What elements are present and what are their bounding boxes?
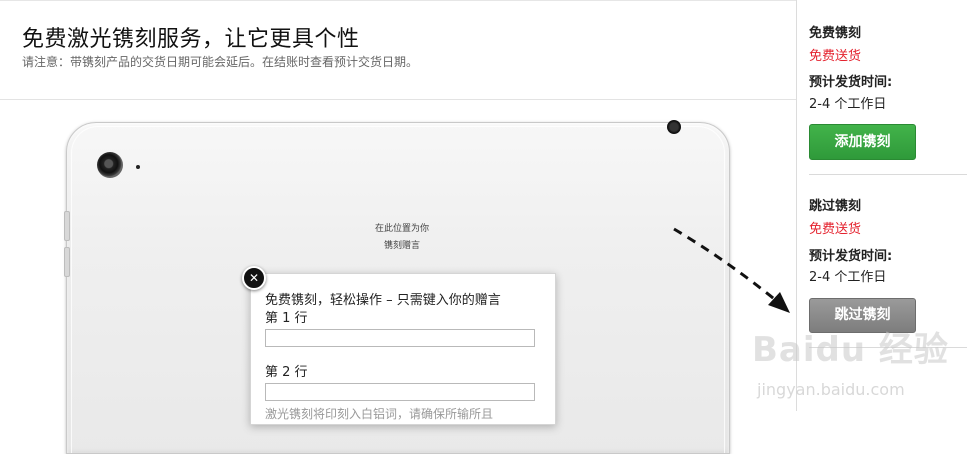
skip-ship-time-label: 预计发货时间: <box>809 249 893 264</box>
engraving-options-sidebar: 免费镌刻 免费送货 预计发货时间: 2-4 个工作日 添加镌刻 跳过镌刻 免费送… <box>796 0 978 411</box>
add-engraving-button[interactable]: 添加镌刻 <box>809 124 916 160</box>
engraving-popup: 免费镌刻，轻松操作 – 只需键入你的赠言 第 1 行 第 2 行 激光镌刻将印刻… <box>250 273 556 425</box>
header-divider <box>0 99 796 100</box>
top-button-icon <box>667 120 681 134</box>
popup-title: 免费镌刻，轻松操作 – 只需键入你的赠言 <box>265 293 501 308</box>
line-1-input[interactable] <box>265 329 535 347</box>
camera-lens-icon <box>97 152 123 178</box>
volume-up-button-icon <box>64 211 70 241</box>
engraving-preview-line-2: 镌刻赠言 <box>383 241 420 251</box>
skip-option-shipping: 免费送货 <box>809 222 862 237</box>
engrave-ship-time-value: 2-4 个工作日 <box>809 97 887 112</box>
sidebar-divider-bottom <box>809 347 967 348</box>
engrave-option-heading: 免费镌刻 <box>809 26 862 41</box>
engrave-option-shipping: 免费送货 <box>809 49 862 64</box>
close-icon[interactable]: ✕ <box>242 266 266 290</box>
engraving-preview-text: 在此位置为你 镌刻赠言 <box>347 221 457 255</box>
skip-option-heading: 跳过镌刻 <box>809 199 862 214</box>
engraving-main-panel: 免费激光镌刻服务，让它更具个性 请注意：带镌刻产品的交货日期可能会延后。在结账时… <box>0 0 796 454</box>
engrave-ship-time-label: 预计发货时间: <box>809 75 893 90</box>
line-1-label: 第 1 行 <box>265 311 308 326</box>
skip-engraving-button[interactable]: 跳过镌刻 <box>809 298 916 333</box>
engraving-preview-line-1: 在此位置为你 <box>374 224 429 234</box>
line-2-label: 第 2 行 <box>265 365 308 380</box>
popup-hint-text: 激光镌刻将印刻入白铝词，请确保所输所且 <box>265 407 494 421</box>
volume-down-button-icon <box>64 247 70 277</box>
line-2-input[interactable] <box>265 383 535 401</box>
dashed-arrow-icon <box>673 227 790 313</box>
skip-ship-time-value: 2-4 个工作日 <box>809 270 887 285</box>
microphone-dot <box>136 165 140 169</box>
sidebar-divider <box>809 174 967 175</box>
delivery-note: 请注意：带镌刻产品的交货日期可能会延后。在结账时查看预计交货日期。 <box>22 55 419 69</box>
page-title: 免费激光镌刻服务，让它更具个性 <box>22 27 360 52</box>
